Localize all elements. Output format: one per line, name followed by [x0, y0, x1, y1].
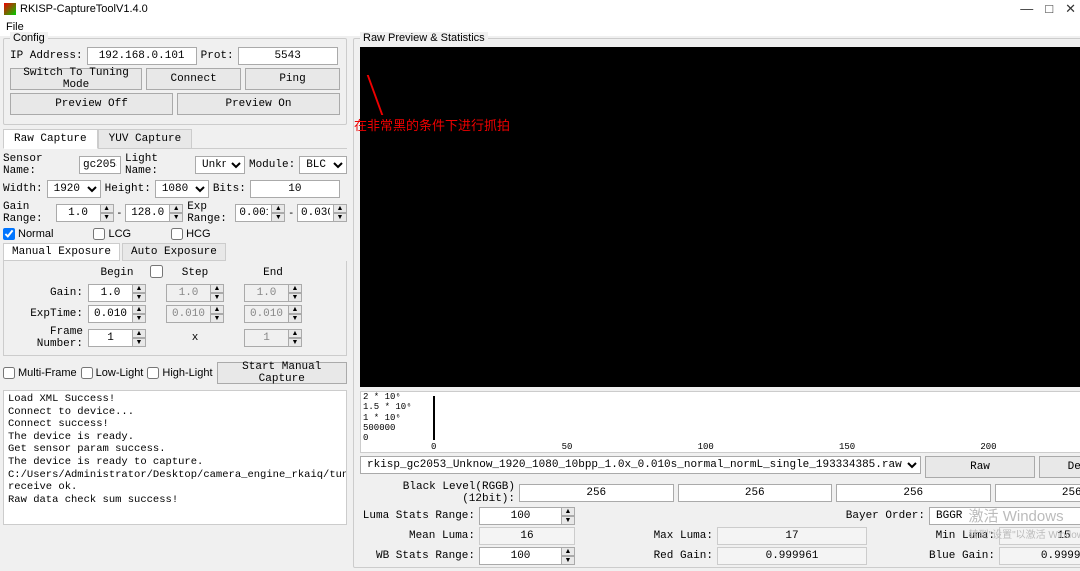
- filename-select[interactable]: rkisp_gc2053_Unknow_1920_1080_10bpp_1.0x…: [360, 456, 921, 474]
- gain-range-label: Gain Range:: [3, 201, 52, 225]
- blue-gain: 0.99997: [999, 547, 1080, 565]
- light-select[interactable]: Unknow: [195, 156, 245, 174]
- preview-off-button[interactable]: Preview Off: [10, 93, 173, 115]
- black-b[interactable]: [995, 484, 1080, 502]
- tab-yuv-capture[interactable]: YUV Capture: [98, 129, 193, 148]
- multi-frame-checkbox[interactable]: Multi-Frame: [3, 367, 77, 379]
- col-begin: Begin: [88, 267, 146, 279]
- config-group: Config IP Address: Prot: Switch To Tunin…: [3, 38, 347, 125]
- start-capture-button[interactable]: Start Manual Capture: [217, 362, 347, 384]
- histogram-chart: 2 * 10⁶ 1.5 * 10⁶ 1 * 10⁶ 500000 0 0 50 …: [360, 391, 1080, 453]
- exp-range-label: Exp Range:: [187, 201, 231, 225]
- bayer-select[interactable]: BGGR: [929, 507, 1080, 525]
- annotation-text: 在非常黑的条件下进行抓拍: [354, 115, 510, 134]
- gain-step: [166, 284, 210, 302]
- black-g1[interactable]: [678, 484, 833, 502]
- raw-preview: [360, 47, 1080, 387]
- frame-label: Frame Number:: [8, 326, 83, 350]
- preview-title: Raw Preview & Statistics: [360, 32, 488, 44]
- frame-begin[interactable]: [88, 329, 132, 347]
- exptime-begin[interactable]: [88, 305, 132, 323]
- red-gain-label: Red Gain:: [623, 550, 713, 562]
- exp-range-min[interactable]: [235, 204, 271, 222]
- minimize-button[interactable]: —: [1020, 1, 1033, 17]
- min-luma-label: Min Luma:: [915, 530, 995, 542]
- step-checkbox[interactable]: [150, 265, 163, 278]
- capture-tabs: Raw Capture YUV Capture: [3, 129, 347, 149]
- bayer-label: Bayer Order:: [846, 510, 925, 522]
- titlebar: RKISP-CaptureToolV1.4.0 — □ ✕: [0, 0, 1080, 18]
- gain-range-max[interactable]: [125, 204, 169, 222]
- max-luma-label: Max Luma:: [623, 530, 713, 542]
- demosaic-button[interactable]: Demosaic: [1039, 456, 1080, 478]
- sensor-label: Sensor Name:: [3, 153, 75, 177]
- app-title: RKISP-CaptureToolV1.4.0: [20, 3, 148, 15]
- exptime-end: [244, 305, 288, 323]
- connect-button[interactable]: Connect: [146, 68, 241, 90]
- gain-end: [244, 284, 288, 302]
- red-gain: 0.999961: [717, 547, 867, 565]
- hcg-checkbox[interactable]: HCG: [171, 228, 210, 240]
- height-label: Height:: [105, 183, 151, 195]
- app-icon: [4, 3, 16, 15]
- close-button[interactable]: ✕: [1065, 1, 1076, 17]
- preview-group: Raw Preview & Statistics 在非常黑的条件下进行抓拍 2 …: [353, 38, 1080, 568]
- prot-input[interactable]: [238, 47, 338, 65]
- subtab-auto-exposure[interactable]: Auto Exposure: [122, 243, 226, 261]
- wb-range[interactable]: [479, 547, 561, 565]
- config-title: Config: [10, 32, 48, 44]
- gain-range-min[interactable]: [56, 204, 100, 222]
- min-luma: 15: [999, 527, 1080, 545]
- module-label: Module:: [249, 159, 295, 171]
- switch-tuning-button[interactable]: Switch To Tuning Mode: [10, 68, 142, 90]
- width-label: Width:: [3, 183, 43, 195]
- high-light-checkbox[interactable]: High-Light: [147, 367, 212, 379]
- mean-luma-label: Mean Luma:: [360, 530, 475, 542]
- log-output: Load XML Success! Connect to device... C…: [3, 390, 347, 525]
- menubar: File: [0, 18, 1080, 36]
- mean-luma: 16: [479, 527, 575, 545]
- width-select[interactable]: 1920: [47, 180, 101, 198]
- blue-gain-label: Blue Gain:: [915, 550, 995, 562]
- height-select[interactable]: 1080: [155, 180, 209, 198]
- raw-capture-panel: Sensor Name: Light Name: Unknow Module: …: [3, 153, 347, 384]
- black-g2[interactable]: [836, 484, 991, 502]
- normal-checkbox[interactable]: Normal: [3, 228, 53, 240]
- maximize-button[interactable]: □: [1045, 1, 1053, 17]
- ip-input[interactable]: [87, 47, 197, 65]
- prot-label: Prot:: [201, 50, 234, 62]
- frame-end: [244, 329, 288, 347]
- preview-on-button[interactable]: Preview On: [177, 93, 340, 115]
- max-luma: 17: [717, 527, 867, 545]
- tab-raw-capture[interactable]: Raw Capture: [3, 129, 98, 149]
- bits-label: Bits:: [213, 183, 246, 195]
- luma-range-label: Luma Stats Range:: [360, 510, 475, 522]
- lcg-checkbox[interactable]: LCG: [93, 228, 131, 240]
- subtab-manual-exposure[interactable]: Manual Exposure: [3, 243, 120, 261]
- wb-range-label: WB Stats Range:: [360, 550, 475, 562]
- sensor-input[interactable]: [79, 156, 121, 174]
- gain-label: Gain:: [8, 287, 83, 299]
- light-label: Light Name:: [125, 153, 191, 177]
- black-level-label: Black Level(RGGB)(12bit):: [360, 481, 515, 505]
- black-r[interactable]: [519, 484, 674, 502]
- col-step: Step: [166, 267, 224, 279]
- frame-step-x: x: [166, 332, 224, 344]
- ip-label: IP Address:: [10, 50, 83, 62]
- exptime-step: [166, 305, 210, 323]
- exp-range-max[interactable]: [297, 204, 333, 222]
- exptime-label: ExpTime:: [8, 308, 83, 320]
- raw-button[interactable]: Raw: [925, 456, 1035, 478]
- low-light-checkbox[interactable]: Low-Light: [81, 367, 144, 379]
- col-end: End: [244, 267, 302, 279]
- gain-begin[interactable]: [88, 284, 132, 302]
- module-select[interactable]: BLC: [299, 156, 347, 174]
- bits-input[interactable]: [250, 180, 340, 198]
- luma-range[interactable]: [479, 507, 561, 525]
